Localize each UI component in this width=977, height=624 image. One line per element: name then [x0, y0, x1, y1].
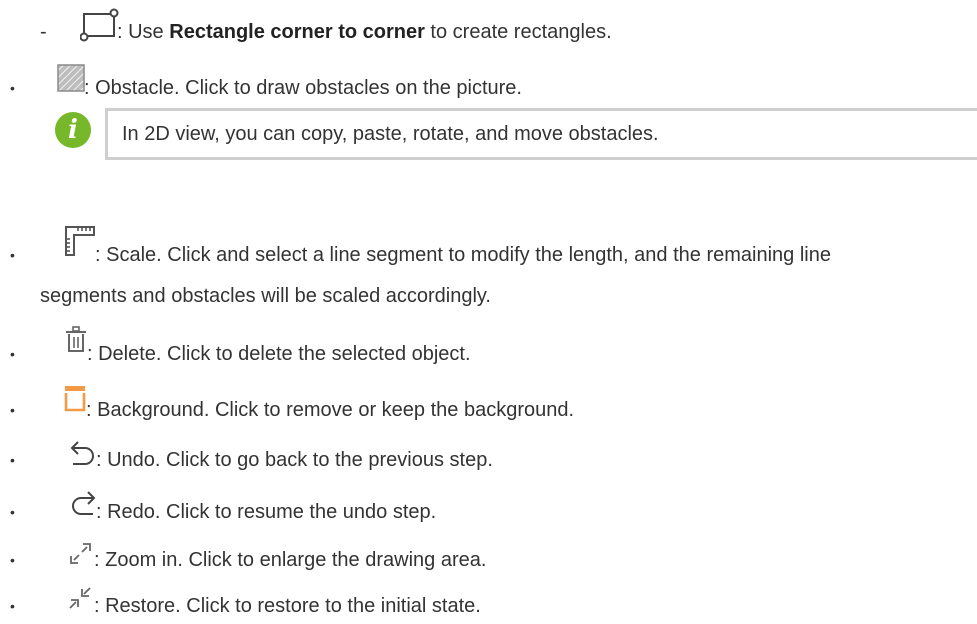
delete-icon	[66, 326, 86, 352]
redo-icon	[72, 491, 96, 515]
item-text: : Scale. Click and select a line segment…	[95, 244, 831, 266]
item-text: : Zoom in. Click to enlarge the drawing …	[94, 549, 487, 571]
restore-icon	[69, 587, 91, 609]
item-text: : Obstacle. Click to draw obstacles on t…	[84, 77, 522, 99]
note-box: In 2D view, you can copy, paste, rotate,…	[105, 108, 977, 160]
zoom-in-icon	[70, 543, 91, 564]
list-bullet: •	[10, 402, 15, 418]
item-text: : Background. Click to remove or keep th…	[86, 399, 575, 421]
obstacle-icon	[57, 64, 85, 92]
undo-icon	[70, 441, 94, 465]
item-text: segments and obstacles will be scaled ac…	[40, 285, 491, 307]
item-text: : Delete. Click to delete the selected o…	[87, 343, 471, 365]
list-dash: -	[40, 21, 47, 43]
item-text: : Use Rectangle corner to corner to crea…	[117, 21, 612, 43]
item-text: : Redo. Click to resume the undo step.	[96, 501, 437, 523]
item-text: : Restore. Click to restore to the initi…	[94, 595, 481, 617]
item-text: : Undo. Click to go back to the previous…	[96, 449, 493, 471]
list-bullet: •	[10, 552, 15, 568]
list-bullet: •	[10, 452, 15, 468]
list-bullet: •	[10, 346, 15, 362]
list-bullet: •	[10, 247, 15, 263]
list-bullet: •	[10, 598, 15, 614]
note-text: In 2D view, you can copy, paste, rotate,…	[122, 123, 659, 145]
rectangle-corner-label: Rectangle corner to corner	[169, 21, 425, 43]
info-icon: i	[55, 112, 91, 148]
list-bullet: •	[10, 504, 15, 520]
scale-icon	[65, 226, 95, 256]
background-icon	[64, 386, 86, 412]
rectangle-corner-to-corner-icon	[80, 8, 119, 42]
list-bullet: •	[10, 80, 15, 96]
